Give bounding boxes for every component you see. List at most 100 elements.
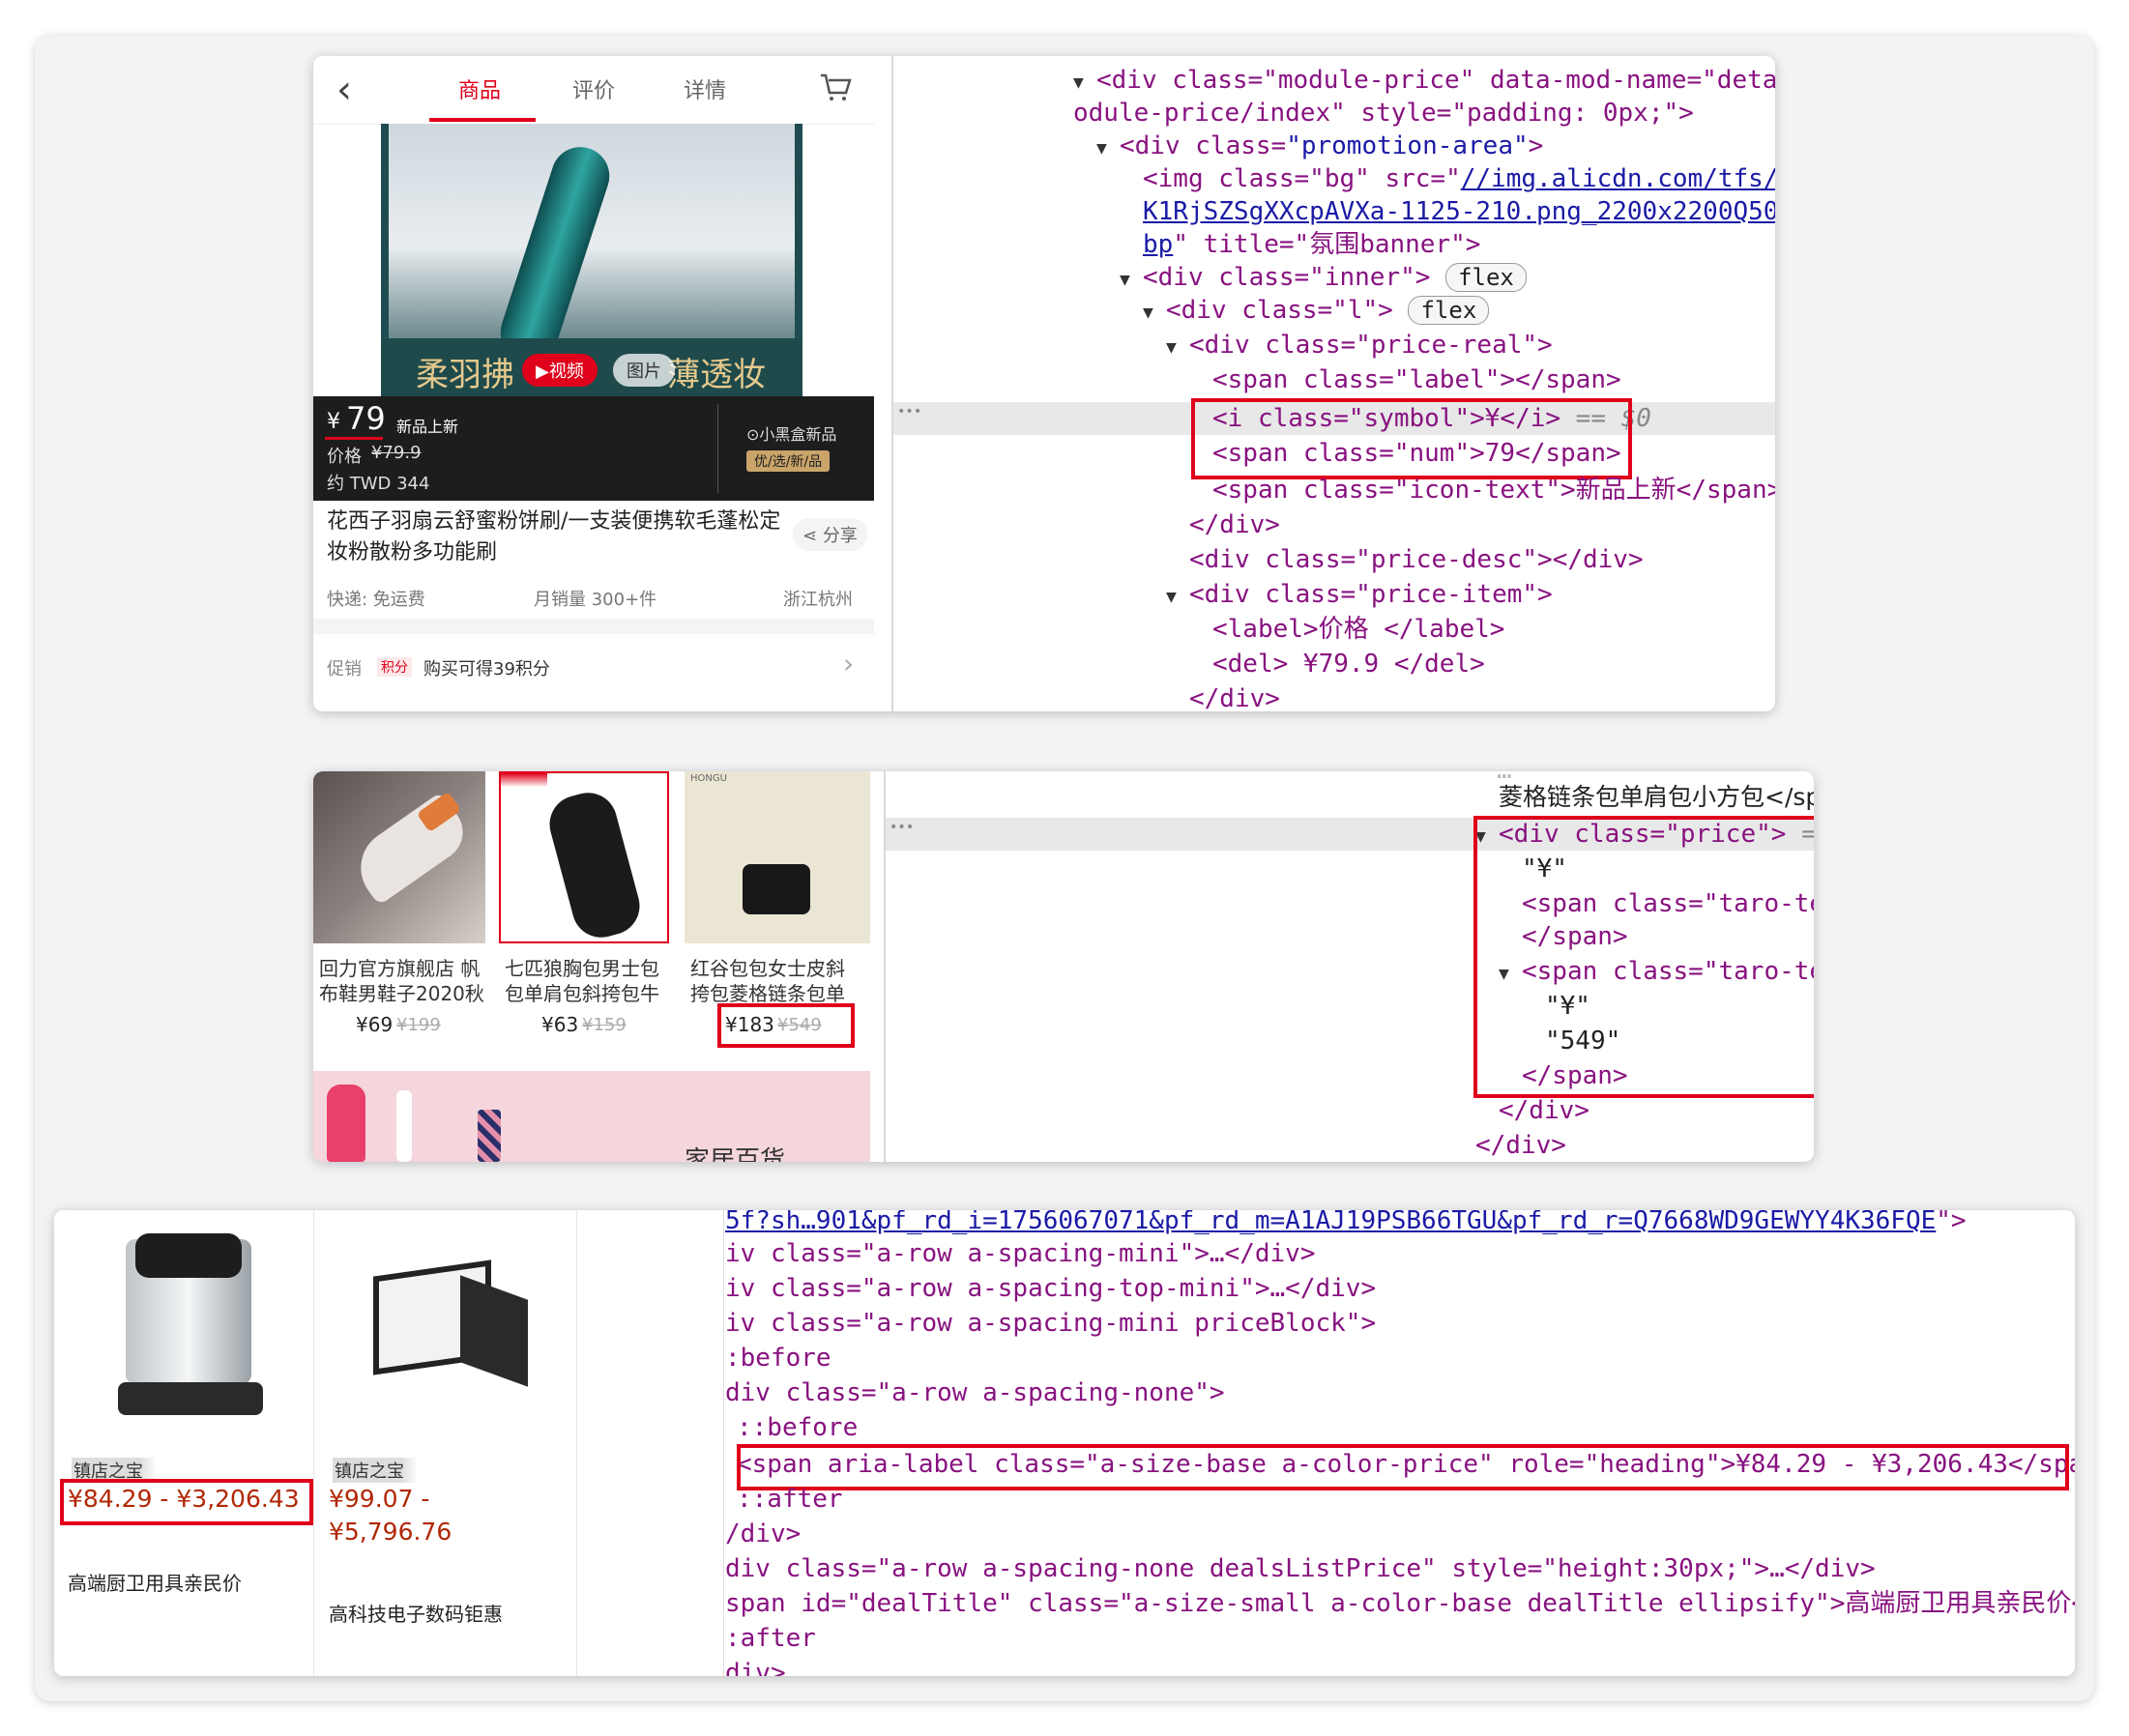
badge-red bbox=[501, 773, 547, 889]
top-nav: ‹ 商品 评价 详情 bbox=[313, 56, 874, 125]
location: 浙江杭州 bbox=[783, 590, 853, 610]
deal-badge: 镇店之宝 bbox=[333, 1458, 418, 1483]
flex-badge[interactable]: flex bbox=[1445, 263, 1527, 292]
share-label: 分享 bbox=[822, 526, 858, 546]
tab-reviews[interactable]: 评价 bbox=[572, 73, 615, 104]
code-line[interactable]: ▼ <div class="module-price" data-mod-name… bbox=[1073, 64, 1775, 97]
old-price: ¥79.9 bbox=[371, 443, 422, 463]
price-divider bbox=[717, 404, 718, 493]
code-text: :after bbox=[725, 1624, 816, 1653]
code-text: " title="氛围banner"> bbox=[1173, 230, 1481, 259]
highlight-box bbox=[1191, 398, 1632, 479]
product-old-price: ¥159 bbox=[582, 1015, 627, 1035]
code-text: <div class="module-price" data-mod-name=… bbox=[1096, 66, 1775, 95]
code-line[interactable]: <span class="label"></span> bbox=[1212, 363, 1621, 396]
code-line[interactable]: odule-price/index" style="padding: 0px;"… bbox=[1073, 97, 1694, 130]
code-line[interactable]: 5f?sh…901&pf_rd_i=1756067071&pf_rd_m=A1A… bbox=[725, 1210, 1967, 1237]
deal-title: 高科技电子数码钜惠 bbox=[329, 1603, 503, 1626]
code-text: ::after bbox=[737, 1485, 843, 1514]
devtools-elements: ••• … 菱格链条包单肩包小方包</span> ▼<div class="pr… bbox=[886, 771, 1814, 1162]
old-price-label: 价格 bbox=[327, 447, 362, 467]
code-line[interactable]: K1RjSZSgXXcpAVXa-1125-210.png_2200x2200Q… bbox=[1143, 195, 1775, 228]
tab-details[interactable]: 详情 bbox=[684, 73, 726, 104]
category-banner: 家居百货 bbox=[313, 1071, 870, 1162]
code-line[interactable]: ▼ <div class="l"> flex bbox=[1143, 294, 1490, 327]
deal-card[interactable]: 镇店之宝 ¥99.07 - ¥5,796.76 高科技电子数码钜惠 bbox=[315, 1210, 576, 1676]
chevron-right-icon[interactable]: › bbox=[843, 648, 854, 680]
code-line[interactable]: </div> bbox=[1499, 1094, 1589, 1127]
product-banner-image: 柔羽拂 薄透妆 ▶视频 图片 bbox=[381, 124, 802, 396]
code-text: 菱格链条包单肩包小方包</span> bbox=[1499, 783, 1814, 811]
code-line[interactable]: </div> bbox=[1475, 1129, 1566, 1162]
back-icon[interactable]: ‹ bbox=[336, 68, 352, 112]
code-text: iv class="a-row a-spacing-mini">…</div> bbox=[725, 1239, 1316, 1268]
strap-shape bbox=[478, 1110, 501, 1162]
flex-badge[interactable]: flex bbox=[1408, 296, 1490, 325]
code-text: <del> ¥79.9 </del> bbox=[1212, 650, 1485, 679]
share-button[interactable]: ⋖ 分享 bbox=[793, 518, 867, 551]
code-line[interactable]: <del> ¥79.9 </del> bbox=[1212, 648, 1485, 680]
promo-badge: 积分 bbox=[377, 657, 412, 677]
code-line[interactable]: <label>价格 </label> bbox=[1212, 613, 1504, 646]
code-link[interactable]: bp bbox=[1143, 230, 1173, 259]
code-link[interactable]: 5f?sh…901&pf_rd_i=1756067071&pf_rd_m=A1A… bbox=[725, 1210, 1936, 1235]
category-text: 家居百货 bbox=[685, 1146, 786, 1162]
code-line[interactable]: <img class="bg" src="//img.alicdn.com/tf… bbox=[1143, 162, 1775, 195]
image-button[interactable]: 图片 bbox=[613, 354, 675, 387]
code-line[interactable]: ::before bbox=[737, 1411, 858, 1444]
ellipsis-icon[interactable]: ••• bbox=[890, 820, 914, 835]
product-title-line1: 七匹狼胸包男士包 bbox=[505, 957, 659, 980]
cart-icon[interactable] bbox=[818, 70, 853, 108]
code-link[interactable]: K1RjSZSgXXcpAVXa-1125-210.png_2200x2200Q… bbox=[1143, 197, 1775, 226]
code-line[interactable]: ▼ <div class="promotion-area"> bbox=[1096, 130, 1543, 162]
section-gap bbox=[313, 619, 874, 634]
brand-hongu: HONGU bbox=[690, 773, 727, 784]
code-line[interactable]: ▼ <div class="price-real"> bbox=[1166, 329, 1553, 362]
code-line[interactable]: :after bbox=[725, 1622, 816, 1655]
code-line[interactable]: bp" title="氛围banner"> bbox=[1143, 228, 1480, 261]
code-line[interactable]: </div> bbox=[1189, 508, 1280, 541]
video-button[interactable]: ▶视频 bbox=[522, 354, 598, 387]
product-image-bag bbox=[499, 771, 669, 943]
code-line[interactable]: div class="a-row a-spacing-none"> bbox=[725, 1376, 1225, 1409]
promo-text: 购买可得39积分 bbox=[423, 659, 550, 680]
product-title: 花西子羽扇云舒蜜粉饼刷/一支装便携软毛蓬松定妆粉散粉多功能刷 bbox=[327, 509, 781, 564]
code-line[interactable]: </div> bbox=[1189, 682, 1280, 711]
code-text: <img class="bg" src=" bbox=[1143, 164, 1461, 193]
machine-tray bbox=[118, 1382, 263, 1415]
code-text: "> bbox=[1936, 1210, 1967, 1235]
mobile-view: ‹ 商品 评价 详情 柔羽拂 薄透妆 ▶视频 图片 ¥ 79 新品上新 价格 ¥ bbox=[313, 56, 874, 711]
code-line[interactable]: iv class="a-row a-spacing-mini priceBloc… bbox=[725, 1307, 1376, 1340]
code-line[interactable]: span id="dealTitle" class="a-size-small … bbox=[725, 1587, 2075, 1620]
deal-card[interactable]: 镇店之宝 ¥84.29 - ¥3,206.43 高端厨卫用具亲民价 bbox=[54, 1210, 313, 1676]
highlight-box bbox=[1473, 816, 1814, 1098]
code-line[interactable]: <span class="icon-text">新品上新</span> bbox=[1212, 474, 1775, 506]
code-line[interactable]: /div> bbox=[725, 1518, 801, 1550]
price-symbol: ¥ bbox=[327, 410, 340, 434]
deal-price-line1: ¥99.07 - bbox=[329, 1485, 430, 1513]
code-line[interactable]: <div class="price-desc"></div> bbox=[1189, 543, 1644, 576]
code-text: /div> bbox=[725, 1519, 802, 1548]
code-line[interactable]: div> bbox=[725, 1657, 786, 1676]
code-line[interactable]: iv class="a-row a-spacing-top-mini">…</d… bbox=[725, 1272, 1376, 1305]
tab-goods-underline bbox=[429, 118, 536, 122]
code-line[interactable]: :before bbox=[725, 1342, 831, 1374]
code-line[interactable]: 菱格链条包单肩包小方包</span> bbox=[1499, 781, 1814, 814]
product-title-line2: 挎包菱格链条包单 bbox=[690, 982, 845, 1005]
code-link[interactable]: //img.alicdn.com/tfs/T bbox=[1461, 164, 1775, 193]
code-text: <span class="label"></span> bbox=[1212, 365, 1621, 394]
code-line[interactable]: iv class="a-row a-spacing-mini">…</div> bbox=[725, 1237, 1315, 1270]
code-text: <div class="price-desc"></div> bbox=[1189, 545, 1644, 574]
product-price: ¥69 bbox=[356, 1013, 394, 1036]
code-line[interactable]: div class="a-row a-spacing-none dealsLis… bbox=[725, 1552, 1876, 1585]
product-price: ¥63 bbox=[541, 1013, 579, 1036]
tab-goods[interactable]: 商品 bbox=[458, 73, 501, 104]
code-text: <div class="inner"> bbox=[1143, 263, 1431, 292]
code-line[interactable]: ::after bbox=[737, 1483, 843, 1516]
code-line[interactable]: ▼ <div class="inner"> flex bbox=[1120, 261, 1527, 294]
banner-text-right: 薄透妆 bbox=[667, 356, 766, 394]
product-title-line2: 布鞋男鞋子2020秋 bbox=[319, 982, 484, 1005]
code-text: iv class="a-row a-spacing-mini priceBloc… bbox=[725, 1309, 1377, 1338]
ellipsis-icon[interactable]: ••• bbox=[897, 404, 921, 420]
code-line[interactable]: ▼ <div class="price-item"> bbox=[1166, 578, 1553, 611]
